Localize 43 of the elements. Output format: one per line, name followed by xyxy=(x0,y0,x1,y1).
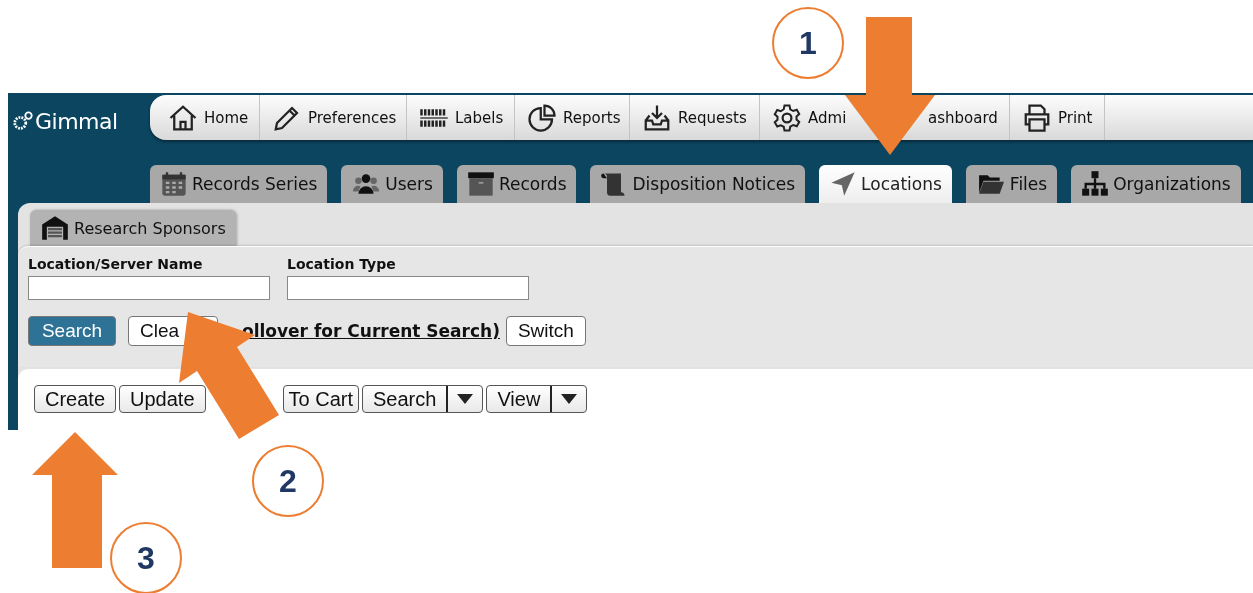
logo-wordmark: Gimmal xyxy=(35,109,118,134)
printer-icon xyxy=(1022,102,1052,133)
step-number: 3 xyxy=(110,522,182,593)
gears-logo-icon xyxy=(12,110,34,133)
menu-item[interactable]: Requests xyxy=(642,105,747,130)
menu-item[interactable]: Reports xyxy=(527,105,621,130)
tab[interactable]: Users xyxy=(341,165,443,203)
menu-item[interactable]: ashboard xyxy=(928,105,998,130)
switch-button[interactable]: Switch xyxy=(505,316,586,346)
navigation-arrow-icon xyxy=(829,170,858,198)
box-icon xyxy=(466,170,495,198)
toolbar-button[interactable]: Create xyxy=(34,385,117,413)
toolbar-button[interactable]: To Cart xyxy=(282,385,359,413)
menu-item[interactable]: Labels xyxy=(419,105,504,130)
calendar-icon xyxy=(160,170,188,198)
pie-chart-icon xyxy=(527,102,557,133)
field-label: Location Type xyxy=(287,256,397,272)
tab[interactable]: Disposition Notices xyxy=(590,165,806,203)
tab[interactable]: Files xyxy=(965,165,1058,203)
gear-icon xyxy=(772,102,802,133)
toolbar-button[interactable]: Search xyxy=(363,386,449,412)
caret-down-icon xyxy=(561,394,578,404)
menu-item[interactable]: Print xyxy=(1022,105,1093,130)
step-number: 1 xyxy=(772,7,844,79)
org-chart-icon xyxy=(1081,170,1110,198)
tab[interactable]: Records xyxy=(456,165,577,203)
text-input-field[interactable] xyxy=(28,276,270,300)
tab[interactable]: Records Series xyxy=(150,165,328,203)
field-label: Location/Server Name xyxy=(28,256,204,272)
people-icon xyxy=(351,171,382,197)
search-button[interactable]: Search xyxy=(28,316,116,346)
menu-item[interactable]: Home xyxy=(168,105,249,130)
tab[interactable]: Organizations xyxy=(1071,165,1241,203)
tab[interactable]: Locations xyxy=(819,165,952,203)
toolbar-button[interactable]: Update xyxy=(119,385,206,413)
toolbar-button[interactable]: View xyxy=(487,386,553,412)
menu-item[interactable]: Preferences xyxy=(272,105,397,130)
menu-item[interactable]: Admi xyxy=(772,105,847,130)
garage-icon xyxy=(40,214,70,242)
sub-tab[interactable]: Research Sponsors xyxy=(30,210,236,246)
text-input-field[interactable] xyxy=(287,276,529,300)
step-number: 2 xyxy=(252,445,324,517)
caret-down-icon xyxy=(457,394,474,404)
